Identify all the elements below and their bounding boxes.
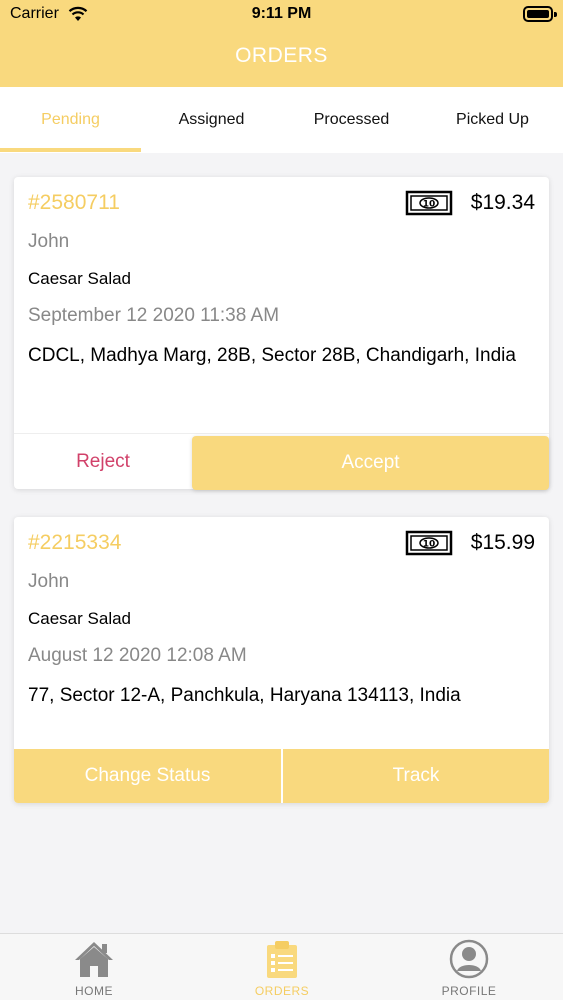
track-button[interactable]: Track	[283, 749, 549, 803]
nav-profile[interactable]: PROFILE	[375, 934, 563, 1000]
nav-orders[interactable]: ORDERS	[188, 934, 376, 1000]
svg-text:10: 10	[423, 200, 436, 210]
customer-name: John	[28, 571, 70, 592]
tab-pending[interactable]: Pending	[0, 87, 141, 153]
accept-button[interactable]: Accept	[192, 436, 549, 490]
customer-name: John	[28, 231, 70, 252]
order-date: September 12 2020 11:38 AM	[28, 305, 280, 326]
delivery-address: 77, Sector 12-A, Panchkula, Haryana 1341…	[28, 685, 461, 706]
cash-icon: 10	[405, 530, 453, 561]
clock: 9:11 PM	[251, 5, 312, 22]
battery-icon	[523, 6, 557, 22]
cash-icon: 10	[405, 190, 453, 221]
header-bar: Carrier 9:11 PM ORDERS	[0, 0, 563, 87]
order-actions: Change Status Track	[14, 749, 549, 803]
order-price: $15.99	[470, 531, 535, 554]
order-item: Caesar Salad	[28, 609, 132, 628]
order-id: #2580711	[28, 191, 120, 214]
tab-assigned[interactable]: Assigned	[141, 87, 282, 153]
order-card: #2215334 10 $15.99 John Caesar Salad Aug…	[14, 517, 549, 803]
order-card: #2580711 10 $19.34 John Caesar Salad Sep…	[14, 177, 549, 490]
order-price: $19.34	[470, 191, 535, 214]
order-actions: Reject Accept	[14, 433, 549, 490]
change-status-button[interactable]: Change Status	[14, 749, 281, 803]
order-status-tabs: Pending Assigned Processed Picked Up	[0, 87, 563, 153]
nav-home-label: HOME	[75, 984, 113, 998]
user-circle-icon	[449, 939, 489, 979]
nav-profile-label: PROFILE	[441, 984, 497, 998]
order-item: Caesar Salad	[28, 269, 132, 288]
home-icon	[74, 939, 114, 979]
nav-orders-label: ORDERS	[254, 984, 310, 998]
page-title: ORDERS	[235, 44, 328, 67]
clipboard-list-icon	[262, 939, 302, 979]
tab-processed[interactable]: Processed	[281, 87, 422, 153]
tab-picked-up[interactable]: Picked Up	[422, 87, 563, 153]
status-bar: Carrier 9:11 PM	[0, 0, 563, 30]
delivery-address: CDCL, Madhya Marg, 28B, Sector 28B, Chan…	[28, 345, 516, 366]
svg-text:10: 10	[423, 540, 436, 550]
reject-button[interactable]: Reject	[14, 434, 192, 490]
active-tab-indicator	[0, 148, 141, 152]
bottom-nav: HOME ORDERS PROFILE	[0, 933, 563, 1000]
nav-home[interactable]: HOME	[0, 934, 188, 1000]
order-id: #2215334	[28, 531, 122, 554]
order-date: August 12 2020 12:08 AM	[28, 645, 247, 666]
